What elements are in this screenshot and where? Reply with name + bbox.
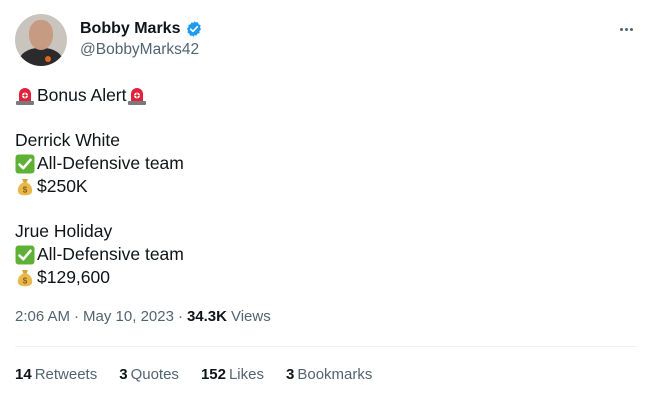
tweet-body: Bonus Alert Derrick White All-Defensive …: [15, 84, 635, 289]
retweets-count: 14: [15, 366, 32, 383]
player1-award-line: All-Defensive team: [15, 152, 635, 175]
views-label: Views: [230, 308, 271, 325]
verified-badge-icon: [187, 21, 202, 37]
likes-stat[interactable]: 152 Likes: [201, 366, 264, 383]
player1-amount: $250K: [37, 176, 88, 196]
meta-separator: ·: [74, 308, 80, 325]
money-bag-icon: $: [17, 269, 33, 286]
avatar-face: [29, 20, 53, 50]
engagement-stats: 14 Retweets 3 Quotes 152 Likes 3 Bookmarks: [15, 366, 372, 383]
timestamp-date[interactable]: May 10, 2023: [83, 308, 174, 325]
author-handle[interactable]: @BobbyMarks42: [80, 41, 199, 59]
player1-name: Derrick White: [15, 130, 121, 150]
author-display-name[interactable]: Bobby Marks: [80, 20, 180, 38]
check-mark-button-icon: [15, 245, 35, 264]
player2-name: Jrue Holiday: [15, 221, 113, 241]
money-bag-icon: $: [17, 178, 33, 195]
tweet-meta: 2:06 AM · May 10, 2023 · 34.3K Views: [15, 308, 271, 325]
player2-amount: $129,600: [37, 267, 110, 287]
quotes-count: 3: [119, 366, 128, 383]
likes-count: 152: [200, 366, 226, 383]
bookmarks-label: Bookmarks: [297, 366, 373, 383]
player2-amount-line: $ $129,600: [15, 266, 635, 289]
author-name-row[interactable]: Bobby Marks: [80, 18, 203, 40]
player1-award: All-Defensive team: [37, 153, 184, 173]
quotes-stat[interactable]: 3 Quotes: [119, 366, 179, 383]
check-mark-button-icon: [15, 154, 35, 173]
views-count: 34.3K: [186, 308, 227, 325]
likes-label: Likes: [228, 366, 264, 383]
player2-award-line: All-Defensive team: [15, 243, 635, 266]
avatar-logo: [45, 56, 51, 62]
timestamp-time[interactable]: 2:06 AM: [15, 308, 70, 325]
svg-text:$: $: [23, 185, 28, 194]
meta-separator: ·: [177, 308, 183, 325]
divider: [15, 346, 637, 347]
retweets-label: Retweets: [34, 366, 98, 383]
alert-text: Bonus Alert: [37, 85, 127, 105]
bookmarks-stat[interactable]: 3 Bookmarks: [286, 366, 372, 383]
player1-amount-line: $ $250K: [15, 175, 635, 198]
alert-line: Bonus Alert: [15, 84, 635, 107]
more-dots-icon[interactable]: [615, 22, 637, 36]
quotes-label: Quotes: [130, 366, 179, 383]
retweets-stat[interactable]: 14 Retweets: [15, 366, 97, 383]
tweet-card: Bobby Marks @BobbyMarks42 Bonus Alert De…: [0, 0, 654, 403]
avatar[interactable]: [15, 14, 67, 66]
player2-award: All-Defensive team: [37, 244, 184, 264]
avatar-shirt: [19, 48, 63, 66]
siren-icon: [127, 87, 146, 105]
bookmarks-count: 3: [286, 366, 295, 383]
svg-text:$: $: [23, 276, 28, 285]
siren-icon: [16, 87, 34, 105]
